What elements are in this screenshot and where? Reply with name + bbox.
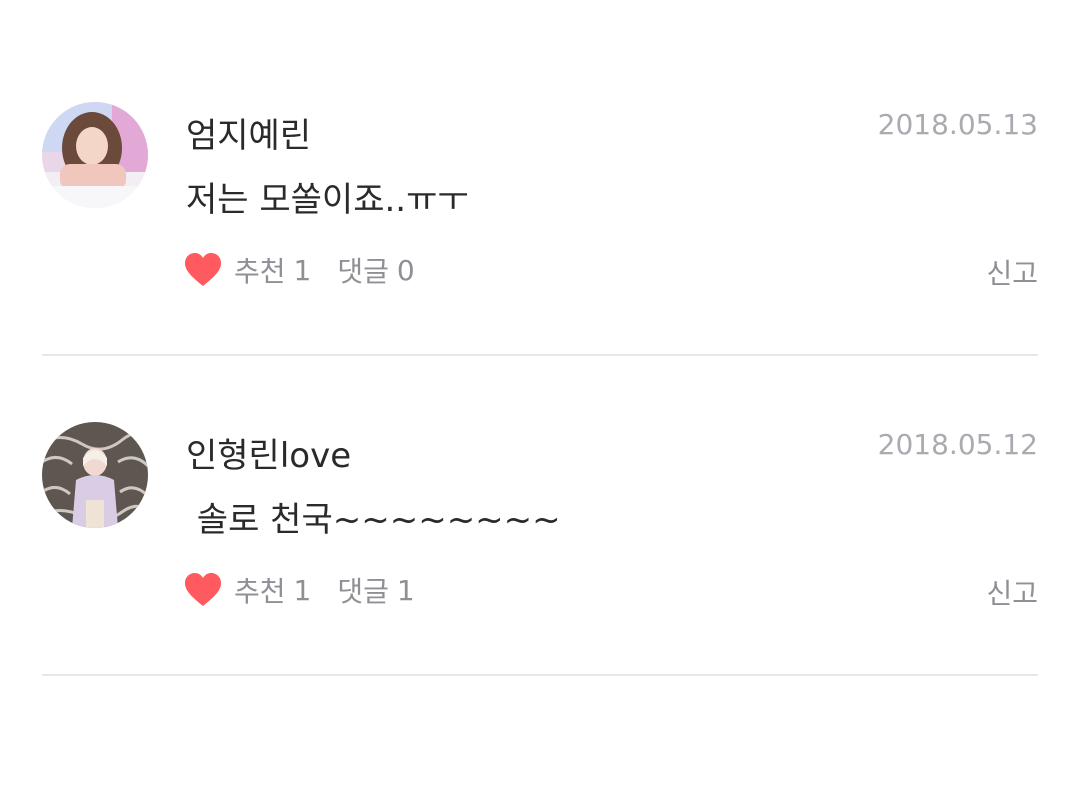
comment-actions: 추천 1 댓글 0 xyxy=(184,250,415,290)
reply-count: 0 xyxy=(396,253,415,287)
comment-author[interactable]: 엄지예린 xyxy=(186,108,311,157)
divider xyxy=(42,354,1038,356)
avatar[interactable] xyxy=(42,102,148,208)
comment-actions: 추천 1 댓글 1 xyxy=(184,570,415,610)
reply-label: 댓글 xyxy=(337,255,389,288)
comment-item: 엄지예린 2018.05.13 저는 모쏠이죠..ㅠㅜ 추천 1 댓글 0 신고 xyxy=(42,100,1038,420)
divider xyxy=(42,674,1038,676)
avatar-image xyxy=(42,102,148,208)
like-count: 1 xyxy=(293,253,312,287)
comment-text: 저는 모쏠이죠..ㅠㅜ xyxy=(186,180,469,220)
reply-count: 1 xyxy=(396,573,415,607)
reply-label: 댓글 xyxy=(337,575,389,608)
reply-button[interactable]: 댓글 1 xyxy=(337,570,414,610)
like-button[interactable]: 추천 1 xyxy=(184,570,311,610)
report-button[interactable]: 신고 xyxy=(986,572,1038,612)
comment-date: 2018.05.13 xyxy=(877,108,1038,141)
avatar-image xyxy=(42,422,148,528)
reply-button[interactable]: 댓글 0 xyxy=(337,250,414,290)
comment-date: 2018.05.12 xyxy=(877,428,1038,461)
comment-item: 인형린love 2018.05.12 솔로 천국~~~~~~~~ 추천 1 댓글… xyxy=(42,420,1038,740)
avatar[interactable] xyxy=(42,422,148,528)
like-count: 1 xyxy=(293,573,312,607)
heart-icon xyxy=(185,573,221,606)
like-label: 추천 xyxy=(234,575,286,608)
heart-icon xyxy=(185,253,221,286)
like-label: 추천 xyxy=(234,255,286,288)
comment-text: 솔로 천국~~~~~~~~ xyxy=(186,500,561,540)
like-button[interactable]: 추천 1 xyxy=(184,250,311,290)
comment-author[interactable]: 인형린love xyxy=(186,428,351,477)
report-button[interactable]: 신고 xyxy=(986,252,1038,292)
